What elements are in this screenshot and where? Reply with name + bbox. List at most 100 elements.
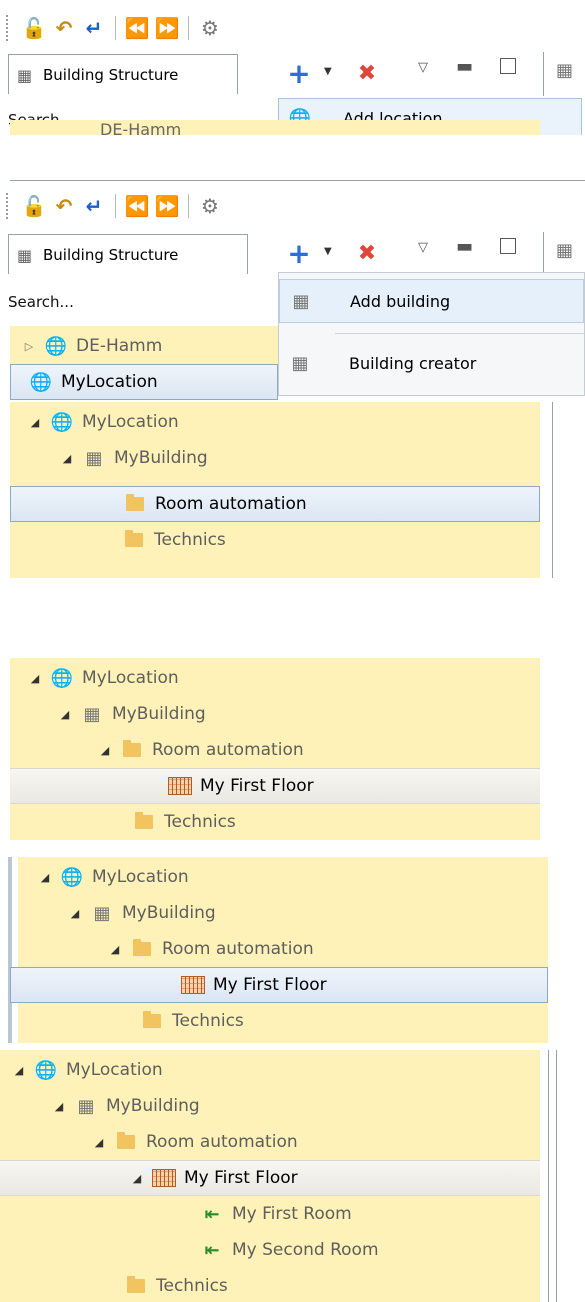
tree-item-de-hamm[interactable]: ▷ 🌐 DE-Hamm bbox=[10, 328, 278, 364]
minimize-icon[interactable]: ▬ bbox=[456, 236, 473, 257]
tree-item-label: Room automation bbox=[162, 939, 314, 959]
undo-icon[interactable]: ↶ bbox=[49, 191, 79, 221]
map-view-icon[interactable]: ▦ bbox=[556, 240, 573, 261]
tree-view: ◢ 🌐 MyLocation ◢ ▦ MyBuilding ◢ Room aut… bbox=[0, 1050, 540, 1302]
tab-building-structure[interactable]: ▦ Building Structure bbox=[8, 54, 238, 94]
panel-top-border bbox=[10, 180, 585, 181]
panel-tree-first-floor-selected: ◢ 🌐 MyLocation ◢ ▦ MyBuilding ◢ Room aut… bbox=[0, 857, 585, 1043]
tree-item-label: MyLocation bbox=[82, 668, 179, 688]
tree-item-my-first-floor[interactable]: ◢ My First Floor bbox=[0, 1160, 540, 1196]
tree-item-mybuilding[interactable]: ◢ ▦ MyBuilding bbox=[0, 1088, 540, 1124]
building-structure-icon: ▦ bbox=[17, 245, 33, 265]
folder-icon bbox=[114, 1130, 138, 1154]
lock-icon[interactable]: 🔓 bbox=[19, 191, 49, 221]
toolbar-grip bbox=[6, 193, 11, 219]
tree-item-mylocation[interactable]: ◢ 🌐 MyLocation bbox=[10, 660, 540, 696]
maximize-icon[interactable] bbox=[500, 238, 516, 254]
add-icon[interactable]: + bbox=[284, 237, 314, 270]
expand-closed-icon[interactable]: ▷ bbox=[22, 340, 36, 353]
tab-separator bbox=[543, 232, 544, 276]
partial-tree-text: DE-Hamm bbox=[100, 120, 182, 135]
panel-tree-room-automation: ◢ 🌐 MyLocation ◢ ▦ MyBuilding Room autom… bbox=[0, 402, 585, 578]
view-menu-icon[interactable]: ▽ bbox=[418, 240, 428, 255]
forward-circle-icon[interactable]: ⏩ bbox=[152, 13, 182, 43]
menu-separator bbox=[335, 333, 584, 334]
expand-open-icon[interactable]: ◢ bbox=[60, 452, 74, 465]
undo-alt-icon[interactable]: ↵ bbox=[79, 191, 109, 221]
location-globe-icon: 🌐 bbox=[29, 371, 53, 393]
tree-item-technics[interactable]: Technics bbox=[18, 1003, 548, 1039]
tree-item-room-automation[interactable]: Room automation bbox=[10, 486, 540, 522]
add-dropdown-menu: ▦ Add building ▦ Building creator bbox=[278, 272, 585, 396]
delete-icon[interactable]: ✖ bbox=[352, 238, 382, 268]
expand-open-icon[interactable]: ◢ bbox=[58, 708, 72, 721]
folder-icon bbox=[130, 937, 154, 961]
tree-item-technics[interactable]: Technics bbox=[10, 804, 540, 840]
tree-item-room-automation[interactable]: ◢ Room automation bbox=[10, 732, 540, 768]
tree-view: ◢ 🌐 MyLocation ◢ ▦ MyBuilding Room autom… bbox=[10, 402, 540, 578]
undo-icon[interactable]: ↶ bbox=[49, 13, 79, 43]
expand-open-icon[interactable]: ◢ bbox=[28, 416, 42, 429]
building-icon: ▦ bbox=[85, 447, 103, 469]
main-toolbar: 🔓 ↶ ↵ ⏪ ⏩ ⚙ bbox=[0, 8, 225, 48]
delete-icon[interactable]: ✖ bbox=[352, 58, 382, 88]
menu-item-building-creator[interactable]: ▦ Building creator bbox=[279, 341, 584, 385]
maximize-icon[interactable] bbox=[500, 58, 516, 74]
settings-gears-icon[interactable]: ⚙ bbox=[195, 191, 225, 221]
toolbar-separator bbox=[115, 16, 116, 40]
tree-item-label: MyLocation bbox=[66, 1060, 163, 1080]
view-menu-icon[interactable]: ▽ bbox=[418, 60, 428, 75]
expand-open-icon[interactable]: ◢ bbox=[92, 1136, 106, 1149]
tree-item-mybuilding[interactable]: ◢ ▦ MyBuilding bbox=[10, 696, 540, 732]
expand-open-icon[interactable]: ◢ bbox=[28, 672, 42, 685]
search-field[interactable]: Search... bbox=[0, 282, 270, 322]
tree-item-label: Technics bbox=[164, 812, 236, 832]
tree-item-my-first-floor[interactable]: My First Floor bbox=[10, 967, 548, 1003]
tree-item-technics[interactable]: Technics bbox=[10, 522, 540, 558]
tree-view: ◢ 🌐 MyLocation ◢ ▦ MyBuilding ◢ Room aut… bbox=[10, 857, 548, 1043]
add-icon[interactable]: + bbox=[284, 57, 314, 90]
tree-item-label: Room automation bbox=[155, 494, 307, 514]
menu-item-add-building[interactable]: ▦ Add building bbox=[279, 279, 584, 323]
tree-item-my-first-room[interactable]: ⇤ My First Room bbox=[0, 1196, 540, 1232]
tree-item-mylocation[interactable]: ◢ 🌐 MyLocation bbox=[18, 859, 548, 895]
add-dropdown-icon[interactable]: ▼ bbox=[324, 246, 332, 257]
tree-item-room-automation[interactable]: ◢ Room automation bbox=[0, 1124, 540, 1160]
tree-item-mylocation[interactable]: 🌐 MyLocation bbox=[10, 364, 278, 400]
tab-separator bbox=[543, 52, 544, 96]
back-circle-icon[interactable]: ⏪ bbox=[122, 191, 152, 221]
expand-open-icon[interactable]: ◢ bbox=[108, 943, 122, 956]
forward-circle-icon[interactable]: ⏩ bbox=[152, 191, 182, 221]
menu-item-label: Add building bbox=[350, 291, 451, 311]
map-view-icon[interactable]: ▦ bbox=[556, 60, 573, 81]
tree-item-my-second-room[interactable]: ⇤ My Second Room bbox=[0, 1232, 540, 1268]
location-globe-icon: 🌐 bbox=[60, 866, 84, 888]
tree-item-my-first-floor[interactable]: My First Floor bbox=[10, 768, 540, 804]
expand-open-icon[interactable]: ◢ bbox=[38, 871, 52, 884]
expand-open-icon[interactable]: ◢ bbox=[12, 1064, 26, 1077]
tree-item-label: My First Floor bbox=[213, 975, 327, 995]
tree-item-mybuilding[interactable]: ◢ ▦ MyBuilding bbox=[18, 895, 548, 931]
tree-item-room-automation[interactable]: ◢ Room automation bbox=[18, 931, 548, 967]
floor-plan-icon bbox=[168, 774, 192, 798]
undo-alt-icon[interactable]: ↵ bbox=[79, 13, 109, 43]
add-dropdown-icon[interactable]: ▼ bbox=[324, 66, 332, 77]
floor-plan-icon bbox=[181, 973, 205, 997]
tree-item-mylocation[interactable]: ◢ 🌐 MyLocation bbox=[0, 1052, 540, 1088]
toolbar-separator bbox=[115, 194, 116, 218]
tab-building-structure[interactable]: ▦ Building Structure bbox=[8, 234, 248, 274]
expand-open-icon[interactable]: ◢ bbox=[68, 907, 82, 920]
expand-open-icon[interactable]: ◢ bbox=[52, 1100, 66, 1113]
back-circle-icon[interactable]: ⏪ bbox=[122, 13, 152, 43]
tree-item-mybuilding[interactable]: ◢ ▦ MyBuilding bbox=[10, 440, 540, 476]
tree-item-mylocation[interactable]: ◢ 🌐 MyLocation bbox=[10, 404, 540, 440]
tree-item-technics[interactable]: Technics bbox=[0, 1268, 540, 1302]
lock-icon[interactable]: 🔓 bbox=[19, 13, 49, 43]
main-toolbar: 🔓 ↶ ↵ ⏪ ⏩ ⚙ bbox=[0, 186, 225, 226]
settings-gears-icon[interactable]: ⚙ bbox=[195, 13, 225, 43]
panel-tree-rooms: ◢ 🌐 MyLocation ◢ ▦ MyBuilding ◢ Room aut… bbox=[0, 1050, 585, 1302]
expand-open-icon[interactable]: ◢ bbox=[130, 1172, 144, 1185]
tree-view: ▷ 🌐 DE-Hamm 🌐 MyLocation bbox=[10, 326, 278, 400]
expand-open-icon[interactable]: ◢ bbox=[98, 744, 112, 757]
minimize-icon[interactable]: ▬ bbox=[456, 56, 473, 77]
